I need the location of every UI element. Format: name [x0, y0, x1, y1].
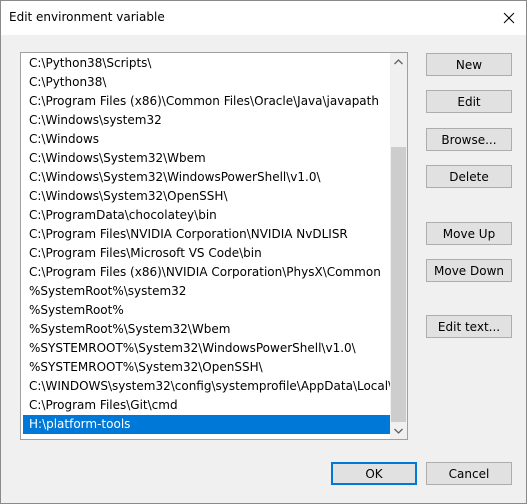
path-list-item[interactable]: %SYSTEMROOT%\System32\WindowsPowerShell\… — [23, 339, 391, 358]
path-list-item[interactable]: C:\Program Files (x86)\Common Files\Orac… — [23, 92, 391, 111]
path-list-item[interactable]: C:\Windows\System32\OpenSSH\ — [23, 187, 391, 206]
path-list-items: C:\Python38\Scripts\ C:\Python38\ C:\Progr… — [21, 54, 391, 434]
path-list-item[interactable]: C:\WINDOWS\system32\config\systemprofile… — [23, 377, 391, 396]
edit-text-button[interactable]: Edit text... — [426, 315, 512, 338]
move-up-button[interactable]: Move Up — [426, 222, 512, 245]
path-list-item[interactable]: C:\ProgramData\chocolatey\bin — [23, 206, 391, 225]
scroll-up-button[interactable] — [390, 53, 407, 70]
path-list-item[interactable]: C:\Windows — [23, 130, 391, 149]
browse-button[interactable]: Browse... — [426, 128, 512, 151]
path-list-item[interactable]: %SystemRoot%\System32\Wbem — [23, 320, 391, 339]
path-list-item[interactable]: C:\Program Files\Microsoft VS Code\bin — [23, 244, 391, 263]
delete-button[interactable]: Delete — [426, 165, 512, 188]
edit-environment-variable-dialog: Edit environment variable C:\Python38\Sc… — [0, 0, 527, 504]
path-list-item[interactable]: %SYSTEMROOT%\System32\OpenSSH\ — [23, 358, 391, 377]
path-list-item[interactable]: C:\Program Files (x86)\NVIDIA Corporatio… — [23, 263, 391, 282]
move-down-button[interactable]: Move Down — [426, 259, 512, 282]
chevron-down-icon — [394, 428, 403, 434]
edit-button[interactable]: Edit — [426, 90, 512, 113]
vertical-scrollbar[interactable] — [390, 53, 407, 439]
chevron-up-icon — [394, 58, 403, 64]
path-list-item[interactable]: C:\Python38\Scripts\ — [23, 54, 391, 73]
path-list-item[interactable]: C:\Windows\System32\Wbem — [23, 149, 391, 168]
window-title: Edit environment variable — [9, 10, 165, 24]
cancel-button[interactable]: Cancel — [426, 462, 512, 485]
close-button[interactable] — [492, 1, 526, 35]
ok-button[interactable]: OK — [331, 462, 417, 485]
title-bar: Edit environment variable — [1, 1, 526, 35]
path-list-item[interactable]: C:\Windows\System32\WindowsPowerShell\v1… — [23, 168, 391, 187]
new-button[interactable]: New — [426, 53, 512, 76]
path-list[interactable]: C:\Python38\Scripts\ C:\Python38\ C:\Progr… — [20, 52, 408, 440]
path-list-item[interactable]: %SystemRoot%\system32 — [23, 282, 391, 301]
close-icon — [503, 12, 515, 24]
path-list-item[interactable]: C:\Program Files\NVIDIA Corporation\NVID… — [23, 225, 391, 244]
scroll-down-button[interactable] — [390, 422, 407, 439]
path-list-item[interactable]: H:\platform-tools — [23, 415, 391, 434]
path-list-item[interactable]: %SystemRoot% — [23, 301, 391, 320]
path-list-item[interactable]: C:\Python38\ — [23, 73, 391, 92]
path-list-item[interactable]: C:\Windows\system32 — [23, 111, 391, 130]
path-list-item[interactable]: C:\Program Files\Git\cmd — [23, 396, 391, 415]
scroll-thumb[interactable] — [391, 147, 406, 422]
